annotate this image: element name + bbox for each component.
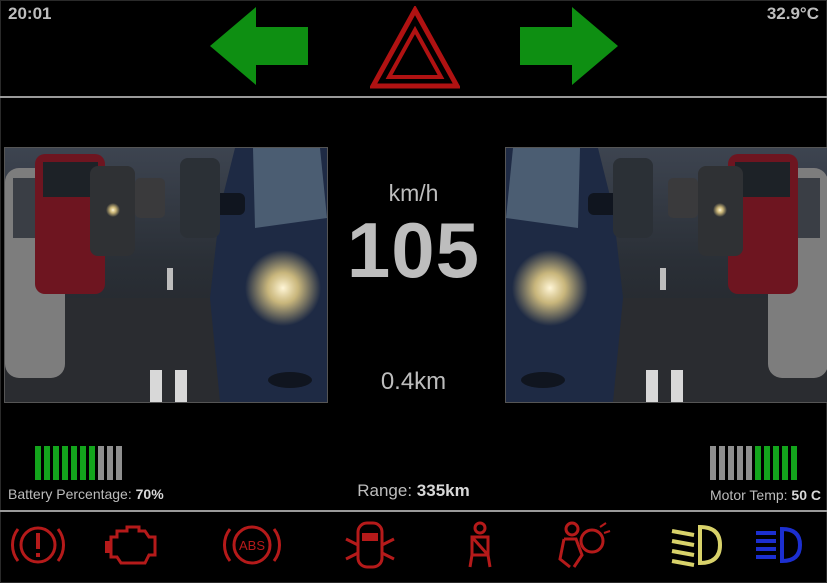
level-segment: [710, 446, 716, 480]
airbag-icon: [558, 521, 611, 569]
arrow-left-icon: [210, 7, 308, 85]
level-segment: [80, 446, 86, 480]
motor-temperature: Motor Temp: 50 C: [710, 487, 821, 503]
level-segment: [35, 446, 41, 480]
brake-warning-icon: [11, 526, 65, 564]
level-segment: [116, 446, 122, 480]
level-segment: [746, 446, 752, 480]
motor-temp-value: 50 C: [791, 487, 821, 503]
level-segment: [764, 446, 770, 480]
abs-icon: ABS: [223, 525, 281, 565]
level-segment: [782, 446, 788, 480]
level-segment: [44, 446, 50, 480]
outside-temperature: 32.9°C: [766, 4, 819, 23]
trip-distance: 0.4km: [380, 368, 447, 395]
range-value: 335km: [416, 481, 470, 500]
level-segment: [107, 446, 113, 480]
level-segment: [89, 446, 95, 480]
hazard-triangle-icon[interactable]: [370, 6, 460, 90]
battery-level-bar: [35, 446, 122, 480]
level-segment: [71, 446, 77, 480]
abs-text: ABS: [239, 538, 265, 553]
range-readout: Range: 335km: [0, 481, 827, 501]
level-segment: [755, 446, 761, 480]
range-label: Range:: [357, 481, 417, 500]
high-beam-icon: [756, 526, 803, 564]
seatbelt-icon: [468, 521, 492, 568]
level-segment: [53, 446, 59, 480]
level-segment: [719, 446, 725, 480]
arrow-right-icon: [520, 7, 618, 85]
bottom-divider: [0, 510, 827, 512]
level-segment: [737, 446, 743, 480]
low-beam-icon: [671, 524, 723, 567]
speed-unit: km/h: [388, 180, 439, 206]
speedometer-value: 105: [346, 206, 481, 294]
level-segment: [773, 446, 779, 480]
clock: 20:01: [8, 4, 52, 23]
door-open-icon: [345, 521, 395, 569]
level-segment: [791, 446, 797, 480]
check-engine-icon: [105, 525, 157, 565]
level-segment: [62, 446, 68, 480]
motor-temp-label: Motor Temp:: [709, 487, 792, 503]
motor-temp-level-bar: [710, 446, 797, 480]
top-divider: [0, 96, 827, 98]
level-segment: [728, 446, 734, 480]
level-segment: [98, 446, 104, 480]
